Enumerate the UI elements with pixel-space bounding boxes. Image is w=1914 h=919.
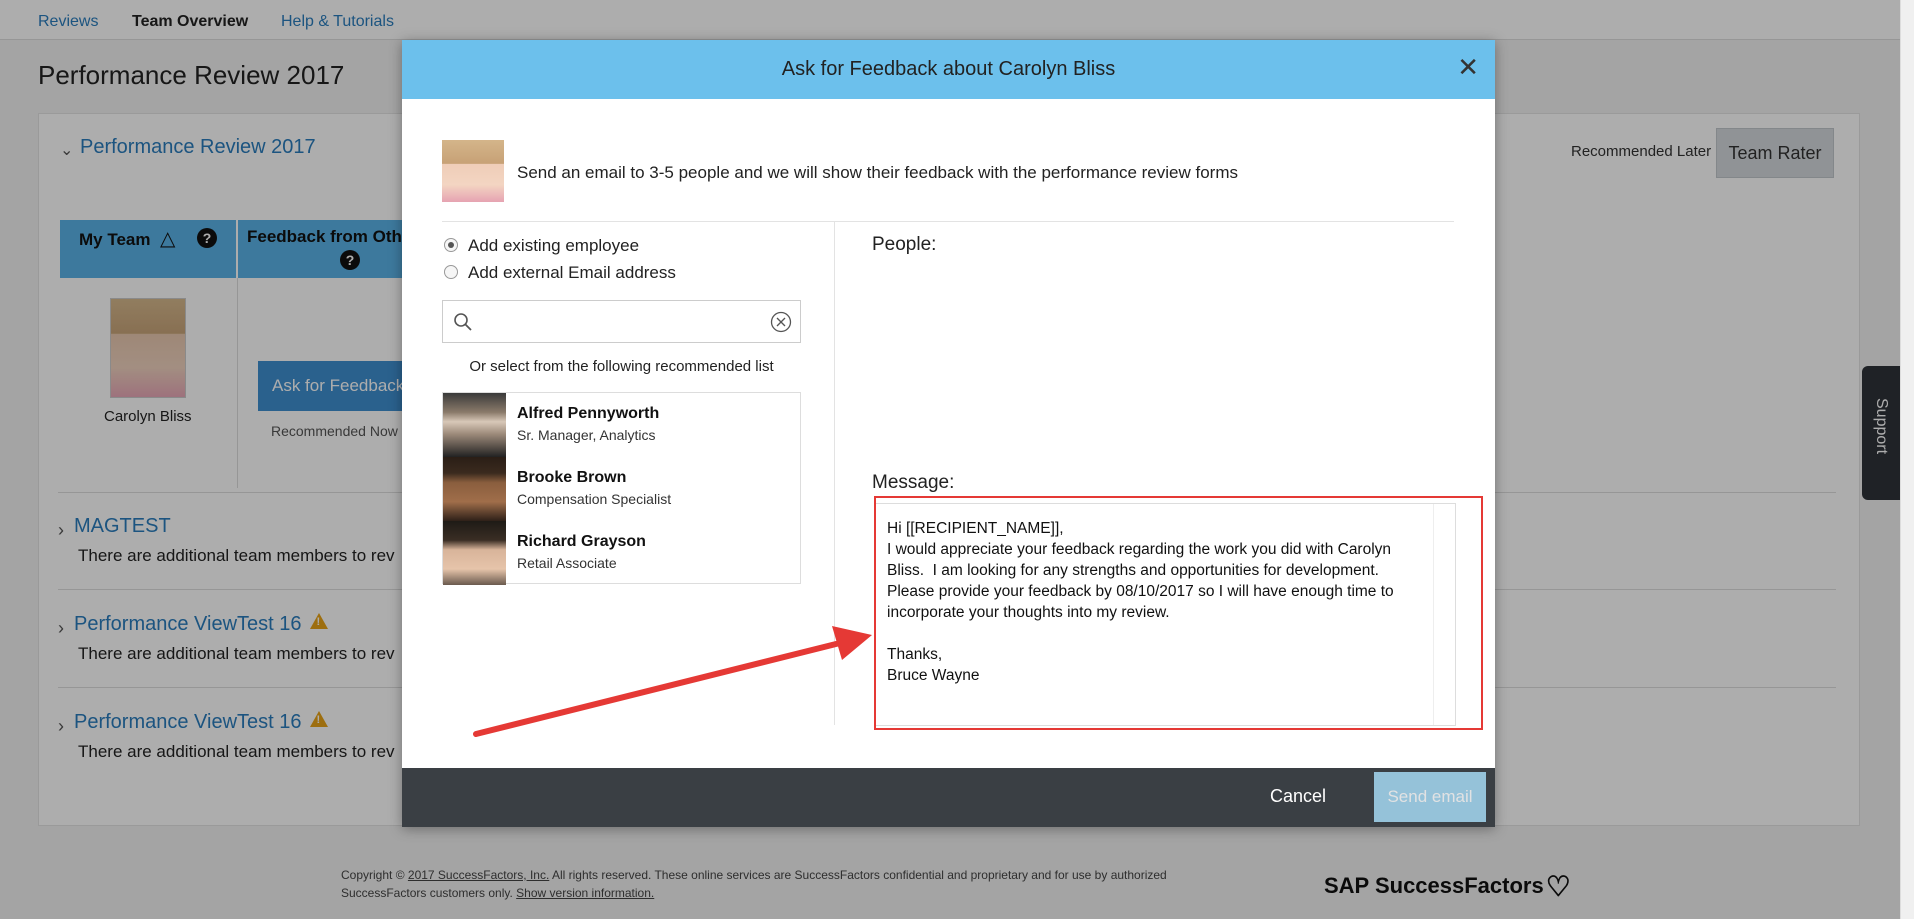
message-text: Hi [[RECIPIENT_NAME]], I would appreciat… bbox=[887, 520, 1394, 684]
clear-search-icon[interactable] bbox=[770, 311, 792, 333]
avatar-carolyn-bliss-small bbox=[442, 140, 504, 202]
page-scrollbar[interactable] bbox=[1900, 0, 1914, 919]
recommended-name: Alfred Pennyworth bbox=[517, 405, 660, 422]
recommended-item-alfred-pennyworth[interactable]: Alfred Pennyworth Sr. Manager, Analytics bbox=[443, 393, 800, 457]
divider bbox=[442, 221, 1454, 222]
recommended-role: Compensation Specialist bbox=[517, 491, 672, 507]
message-textarea[interactable]: Hi [[RECIPIENT_NAME]], I would appreciat… bbox=[874, 503, 1456, 726]
radio-add-external-email[interactable]: Add external Email address bbox=[444, 263, 676, 283]
dialog-footer: Cancel Send email bbox=[402, 768, 1495, 827]
message-label: Message: bbox=[872, 472, 955, 493]
ask-feedback-dialog: Ask for Feedback about Carolyn Bliss ✕ S… bbox=[402, 40, 1495, 827]
recommended-name: Brooke Brown bbox=[517, 469, 627, 486]
avatar bbox=[443, 393, 506, 457]
radio-label: Add external Email address bbox=[468, 263, 676, 282]
cancel-button[interactable]: Cancel bbox=[1270, 786, 1326, 807]
dialog-intro-text: Send an email to 3-5 people and we will … bbox=[517, 163, 1238, 182]
recommended-role: Retail Associate bbox=[517, 555, 617, 571]
radio-add-existing-employee[interactable]: Add existing employee bbox=[444, 236, 639, 256]
people-label: People: bbox=[872, 234, 937, 255]
radio-label: Add existing employee bbox=[468, 236, 640, 255]
close-icon[interactable]: ✕ bbox=[1457, 52, 1479, 83]
avatar bbox=[443, 457, 506, 521]
dialog-title: Ask for Feedback about Carolyn Bliss bbox=[781, 58, 1116, 80]
column-divider bbox=[834, 222, 835, 725]
recommended-name: Richard Grayson bbox=[517, 533, 646, 550]
send-email-button[interactable]: Send email bbox=[1374, 772, 1486, 822]
recommended-list: Alfred Pennyworth Sr. Manager, Analytics… bbox=[442, 392, 801, 585]
radio-selected-icon[interactable] bbox=[444, 238, 458, 252]
recommended-item-brooke-brown[interactable]: Brooke Brown Compensation Specialist bbox=[443, 457, 800, 521]
recommended-list-caption: Or select from the following recommended… bbox=[469, 358, 774, 375]
recommended-role: Sr. Manager, Analytics bbox=[517, 427, 656, 443]
message-scrollbar[interactable] bbox=[1433, 504, 1455, 725]
dialog-header: Ask for Feedback about Carolyn Bliss ✕ bbox=[402, 40, 1495, 99]
employee-search-input[interactable] bbox=[481, 307, 751, 337]
radio-unselected-icon[interactable] bbox=[444, 265, 458, 279]
avatar bbox=[443, 521, 506, 585]
recommended-item-richard-grayson[interactable]: Richard Grayson Retail Associate bbox=[443, 521, 800, 585]
employee-search-box bbox=[442, 300, 801, 343]
search-icon bbox=[454, 313, 472, 331]
